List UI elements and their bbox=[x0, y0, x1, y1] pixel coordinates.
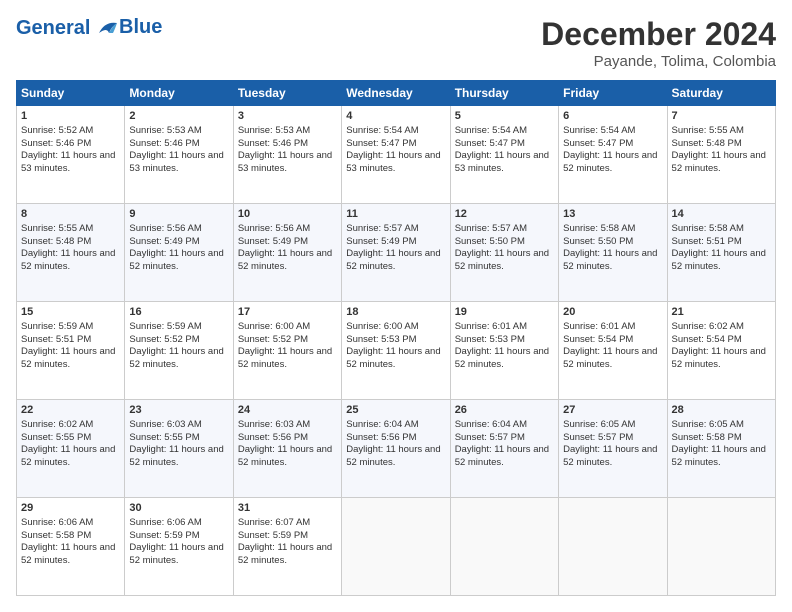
day-number: 30 bbox=[129, 501, 228, 516]
page: General Blue December 2024 Payande, Toli… bbox=[0, 0, 792, 612]
table-row bbox=[342, 498, 450, 596]
table-row: 6Sunrise: 5:54 AMSunset: 5:47 PMDaylight… bbox=[559, 106, 667, 204]
table-row: 17Sunrise: 6:00 AMSunset: 5:52 PMDayligh… bbox=[233, 302, 341, 400]
calendar-week-row: 22Sunrise: 6:02 AMSunset: 5:55 PMDayligh… bbox=[17, 400, 776, 498]
calendar-week-row: 8Sunrise: 5:55 AMSunset: 5:48 PMDaylight… bbox=[17, 204, 776, 302]
day-number: 4 bbox=[346, 109, 445, 124]
calendar-week-row: 15Sunrise: 5:59 AMSunset: 5:51 PMDayligh… bbox=[17, 302, 776, 400]
table-row: 21Sunrise: 6:02 AMSunset: 5:54 PMDayligh… bbox=[667, 302, 775, 400]
table-row: 12Sunrise: 5:57 AMSunset: 5:50 PMDayligh… bbox=[450, 204, 558, 302]
day-number: 20 bbox=[563, 305, 662, 320]
table-row: 15Sunrise: 5:59 AMSunset: 5:51 PMDayligh… bbox=[17, 302, 125, 400]
table-row: 30Sunrise: 6:06 AMSunset: 5:59 PMDayligh… bbox=[125, 498, 233, 596]
calendar-week-row: 29Sunrise: 6:06 AMSunset: 5:58 PMDayligh… bbox=[17, 498, 776, 596]
table-row: 22Sunrise: 6:02 AMSunset: 5:55 PMDayligh… bbox=[17, 400, 125, 498]
col-monday: Monday bbox=[125, 81, 233, 106]
col-sunday: Sunday bbox=[17, 81, 125, 106]
table-row: 2Sunrise: 5:53 AMSunset: 5:46 PMDaylight… bbox=[125, 106, 233, 204]
table-row: 7Sunrise: 5:55 AMSunset: 5:48 PMDaylight… bbox=[667, 106, 775, 204]
day-number: 25 bbox=[346, 403, 445, 418]
day-number: 14 bbox=[672, 207, 771, 222]
table-row: 28Sunrise: 6:05 AMSunset: 5:58 PMDayligh… bbox=[667, 400, 775, 498]
calendar-week-row: 1Sunrise: 5:52 AMSunset: 5:46 PMDaylight… bbox=[17, 106, 776, 204]
day-number: 22 bbox=[21, 403, 120, 418]
logo-blue: Blue bbox=[119, 16, 162, 39]
table-row: 31Sunrise: 6:07 AMSunset: 5:59 PMDayligh… bbox=[233, 498, 341, 596]
table-row: 10Sunrise: 5:56 AMSunset: 5:49 PMDayligh… bbox=[233, 204, 341, 302]
table-row: 16Sunrise: 5:59 AMSunset: 5:52 PMDayligh… bbox=[125, 302, 233, 400]
table-row: 19Sunrise: 6:01 AMSunset: 5:53 PMDayligh… bbox=[450, 302, 558, 400]
day-number: 16 bbox=[129, 305, 228, 320]
day-number: 19 bbox=[455, 305, 554, 320]
day-number: 29 bbox=[21, 501, 120, 516]
col-wednesday: Wednesday bbox=[342, 81, 450, 106]
day-number: 8 bbox=[21, 207, 120, 222]
logo-general: General bbox=[16, 17, 90, 39]
day-number: 15 bbox=[21, 305, 120, 320]
col-friday: Friday bbox=[559, 81, 667, 106]
day-number: 31 bbox=[238, 501, 337, 516]
table-row: 29Sunrise: 6:06 AMSunset: 5:58 PMDayligh… bbox=[17, 498, 125, 596]
table-row: 13Sunrise: 5:58 AMSunset: 5:50 PMDayligh… bbox=[559, 204, 667, 302]
table-row: 23Sunrise: 6:03 AMSunset: 5:55 PMDayligh… bbox=[125, 400, 233, 498]
day-number: 24 bbox=[238, 403, 337, 418]
day-number: 1 bbox=[21, 109, 120, 124]
title-area: December 2024 Payande, Tolima, Colombia bbox=[541, 16, 776, 70]
table-row: 1Sunrise: 5:52 AMSunset: 5:46 PMDaylight… bbox=[17, 106, 125, 204]
day-number: 13 bbox=[563, 207, 662, 222]
calendar-header-row: Sunday Monday Tuesday Wednesday Thursday… bbox=[17, 81, 776, 106]
table-row: 24Sunrise: 6:03 AMSunset: 5:56 PMDayligh… bbox=[233, 400, 341, 498]
col-tuesday: Tuesday bbox=[233, 81, 341, 106]
day-number: 3 bbox=[238, 109, 337, 124]
day-number: 21 bbox=[672, 305, 771, 320]
table-row: 26Sunrise: 6:04 AMSunset: 5:57 PMDayligh… bbox=[450, 400, 558, 498]
table-row: 11Sunrise: 5:57 AMSunset: 5:49 PMDayligh… bbox=[342, 204, 450, 302]
table-row: 20Sunrise: 6:01 AMSunset: 5:54 PMDayligh… bbox=[559, 302, 667, 400]
day-number: 5 bbox=[455, 109, 554, 124]
table-row bbox=[450, 498, 558, 596]
day-number: 28 bbox=[672, 403, 771, 418]
calendar-subtitle: Payande, Tolima, Colombia bbox=[541, 53, 776, 70]
table-row: 14Sunrise: 5:58 AMSunset: 5:51 PMDayligh… bbox=[667, 204, 775, 302]
day-number: 6 bbox=[563, 109, 662, 124]
day-number: 26 bbox=[455, 403, 554, 418]
table-row: 3Sunrise: 5:53 AMSunset: 5:46 PMDaylight… bbox=[233, 106, 341, 204]
day-number: 18 bbox=[346, 305, 445, 320]
day-number: 11 bbox=[346, 207, 445, 222]
table-row bbox=[559, 498, 667, 596]
calendar-title: December 2024 bbox=[541, 16, 776, 53]
day-number: 12 bbox=[455, 207, 554, 222]
table-row: 9Sunrise: 5:56 AMSunset: 5:49 PMDaylight… bbox=[125, 204, 233, 302]
header: General Blue December 2024 Payande, Toli… bbox=[16, 16, 776, 70]
table-row: 27Sunrise: 6:05 AMSunset: 5:57 PMDayligh… bbox=[559, 400, 667, 498]
logo-bird-icon bbox=[97, 19, 119, 37]
col-thursday: Thursday bbox=[450, 81, 558, 106]
col-saturday: Saturday bbox=[667, 81, 775, 106]
day-number: 10 bbox=[238, 207, 337, 222]
day-number: 23 bbox=[129, 403, 228, 418]
day-number: 17 bbox=[238, 305, 337, 320]
table-row: 25Sunrise: 6:04 AMSunset: 5:56 PMDayligh… bbox=[342, 400, 450, 498]
day-number: 7 bbox=[672, 109, 771, 124]
table-row: 4Sunrise: 5:54 AMSunset: 5:47 PMDaylight… bbox=[342, 106, 450, 204]
day-number: 9 bbox=[129, 207, 228, 222]
table-row: 5Sunrise: 5:54 AMSunset: 5:47 PMDaylight… bbox=[450, 106, 558, 204]
calendar-table: Sunday Monday Tuesday Wednesday Thursday… bbox=[16, 80, 776, 596]
table-row: 8Sunrise: 5:55 AMSunset: 5:48 PMDaylight… bbox=[17, 204, 125, 302]
table-row: 18Sunrise: 6:00 AMSunset: 5:53 PMDayligh… bbox=[342, 302, 450, 400]
day-number: 27 bbox=[563, 403, 662, 418]
day-number: 2 bbox=[129, 109, 228, 124]
logo: General Blue bbox=[16, 16, 162, 39]
table-row bbox=[667, 498, 775, 596]
